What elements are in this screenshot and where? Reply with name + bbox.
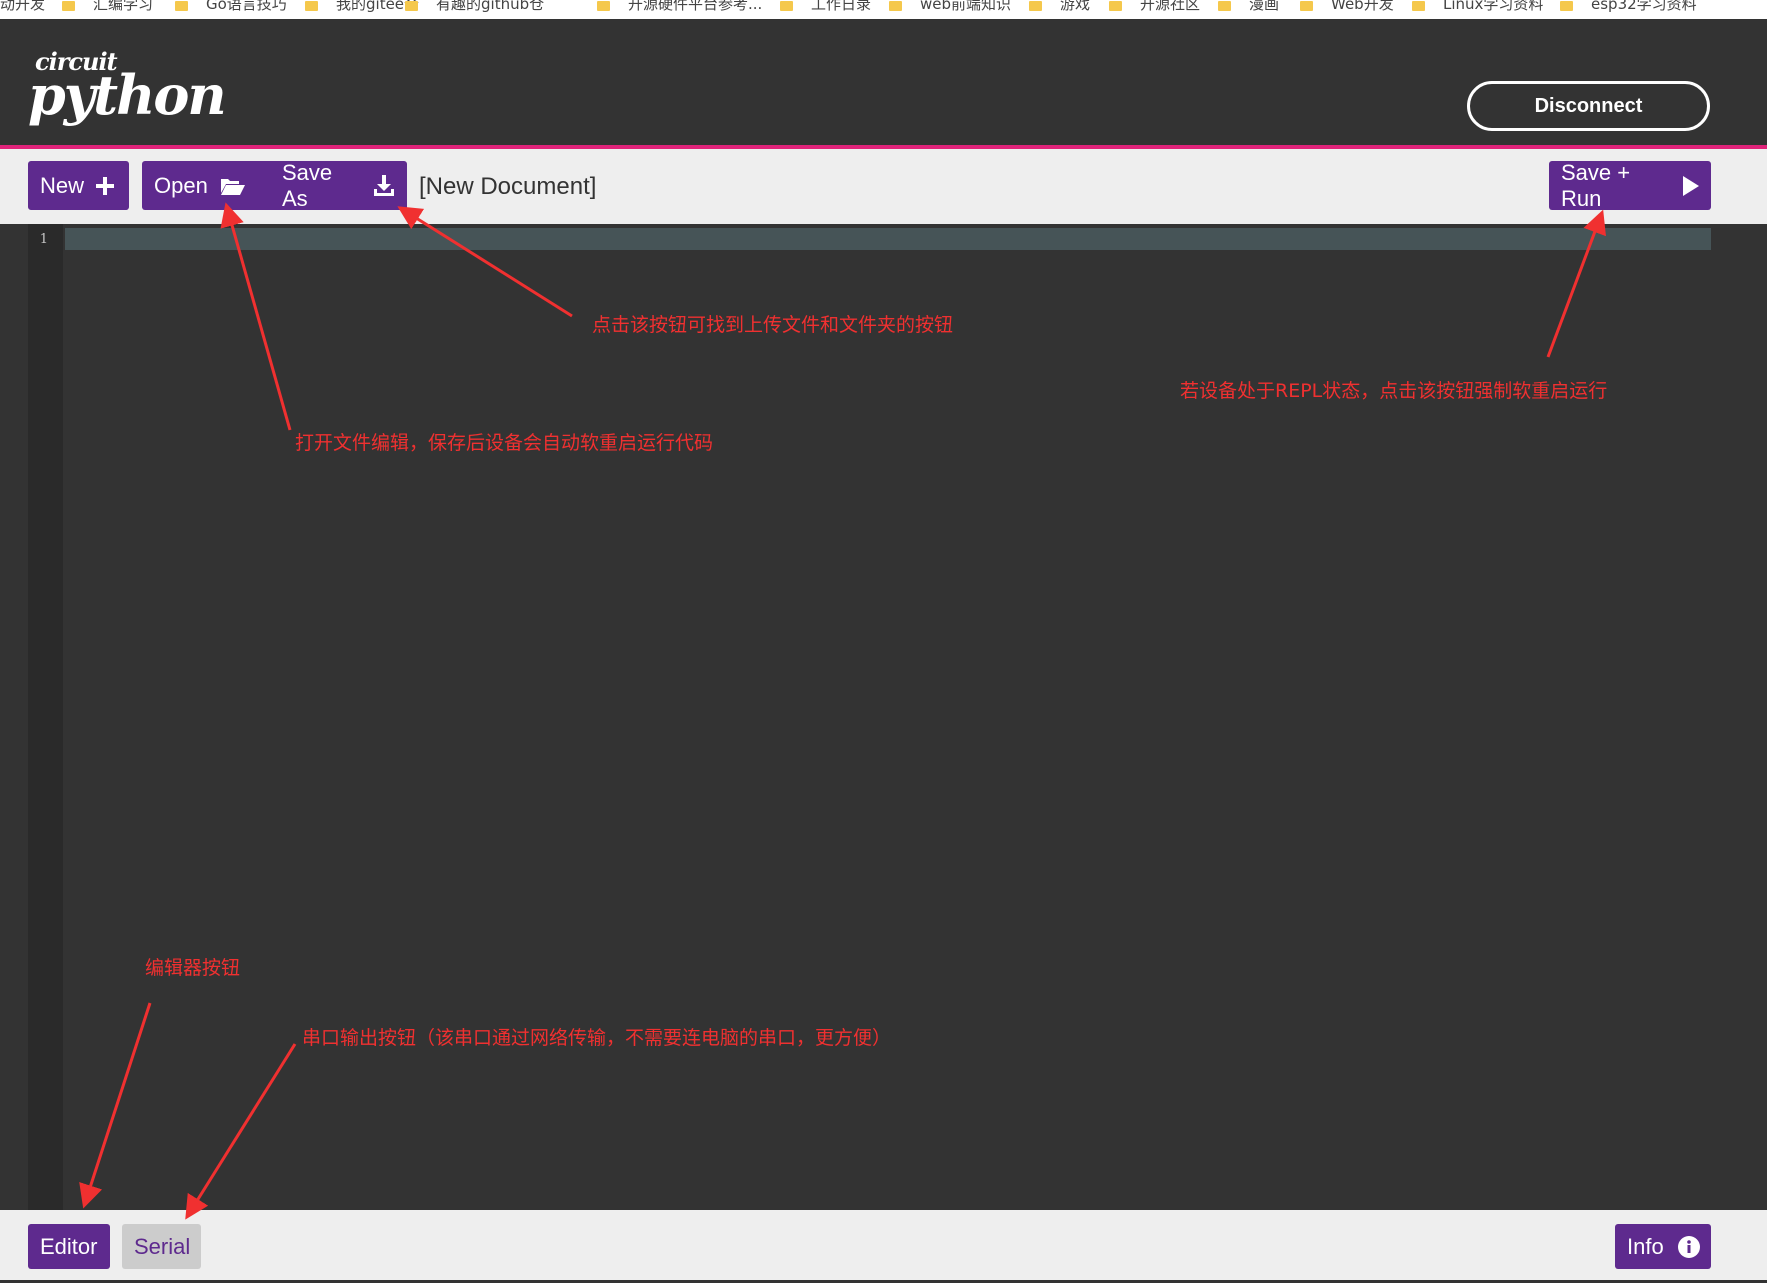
bookmark-item[interactable]: 工作日录 — [780, 0, 871, 13]
bookmark-item[interactable]: 动开发 — [0, 0, 45, 13]
new-button[interactable]: New — [28, 161, 129, 210]
annotation-editor: 编辑器按钮 — [145, 957, 241, 979]
disconnect-button[interactable]: Disconnect — [1467, 81, 1710, 131]
line-number: 1 — [39, 232, 48, 247]
folder-icon — [175, 1, 188, 11]
new-button-label: New — [40, 172, 85, 198]
bookmark-label: web前端知识 — [920, 0, 1012, 13]
folder-icon — [1109, 1, 1122, 11]
bookmark-item[interactable]: Go语言技巧 — [175, 0, 287, 13]
info-icon — [1677, 1235, 1700, 1258]
code-editor[interactable]: 1 — [28, 224, 1711, 1210]
bookmark-label: 游戏 — [1060, 0, 1091, 13]
bookmark-item[interactable]: 有趣的github仓 — [405, 0, 544, 13]
bookmark-item[interactable]: 我的gitee仓 — [305, 0, 419, 13]
bookmark-label: 漫画 — [1249, 0, 1280, 13]
bookmark-label: 动开发 — [0, 0, 46, 13]
folder-icon — [305, 1, 318, 11]
folder-icon — [1560, 1, 1573, 11]
bookmark-item[interactable]: 汇编学习 — [62, 0, 153, 13]
save-as-button-label: Save As — [282, 159, 333, 211]
bookmark-label: esp32学习资料 — [1591, 0, 1697, 13]
folder-icon — [780, 1, 793, 11]
save-run-button[interactable]: Save + Run — [1549, 159, 1711, 211]
folder-icon — [62, 1, 75, 11]
active-line-highlight[interactable] — [65, 228, 1711, 250]
bookmarks-bar: 动开发 汇编学习 Go语言技巧 我的gitee仓 有趣的github仓 开源硬件… — [0, 0, 1767, 19]
serial-tab-button[interactable]: Serial — [122, 1224, 201, 1269]
annotation-save-as: 点击该按钮可找到上传文件和文件夹的按钮 — [592, 314, 954, 336]
bookmark-label: 工作日录 — [811, 0, 872, 13]
folder-icon — [597, 1, 610, 11]
play-icon — [1683, 175, 1699, 196]
annotation-save-run: 若设备处于REPL状态，点击该按钮强制软重启运行 — [1180, 380, 1608, 402]
annotation-open: 打开文件编辑，保存后设备会自动软重启运行代码 — [295, 432, 714, 454]
bookmark-item[interactable]: 开源社区 — [1109, 0, 1200, 13]
bookmark-label: Web开发 — [1331, 0, 1394, 13]
plus-icon — [96, 176, 115, 195]
folder-icon — [889, 1, 902, 11]
bookmark-label: Go语言技巧 — [206, 0, 287, 13]
bookmark-label: 开源社区 — [1140, 0, 1201, 13]
open-button-label: Open — [154, 172, 208, 198]
bookmark-item[interactable]: 漫画 — [1218, 0, 1279, 13]
logo-python-text: python — [28, 63, 227, 127]
annotation-serial: 串口输出按钮（该串口通过网络传输，不需要连电脑的串口，更方便） — [302, 1027, 892, 1049]
bookmark-label: 有趣的github仓 — [436, 0, 545, 13]
bookmark-item[interactable]: 游戏 — [1029, 0, 1090, 13]
save-run-button-label: Save + Run — [1561, 159, 1631, 211]
info-button[interactable]: Info — [1615, 1224, 1711, 1269]
download-icon — [373, 174, 395, 197]
folder-icon — [1412, 1, 1425, 11]
folder-open-icon — [220, 176, 246, 196]
bookmark-item[interactable]: Linux学习资料 — [1412, 0, 1543, 13]
bookmark-label: Linux学习资料 — [1443, 0, 1544, 13]
editor-toolbar: New Open Save As [New Document] Save + R… — [0, 149, 1767, 224]
bookmark-item[interactable]: esp32学习资料 — [1560, 0, 1697, 13]
save-as-button[interactable]: Save As — [270, 159, 407, 211]
editor-tab-button[interactable]: Editor — [28, 1224, 110, 1269]
folder-icon — [405, 1, 418, 11]
bookmark-item[interactable]: 开源硬件平台参考... — [597, 0, 762, 13]
folder-icon — [1300, 1, 1313, 11]
folder-icon — [1029, 1, 1042, 11]
open-button[interactable]: Open — [142, 161, 290, 210]
bookmark-item[interactable]: Web开发 — [1300, 0, 1394, 13]
app-header: circuit python Disconnect — [0, 19, 1767, 145]
info-button-label: Info — [1627, 1233, 1664, 1259]
circuitpython-logo: circuit python — [28, 45, 227, 140]
bookmark-item[interactable]: web前端知识 — [889, 0, 1011, 13]
document-title: [New Document] — [419, 173, 597, 200]
bottom-bar: Editor Serial Info — [0, 1210, 1767, 1283]
bookmark-label: 开源硬件平台参考... — [628, 0, 763, 13]
line-number-gutter: 1 — [28, 224, 63, 1210]
folder-icon — [1218, 1, 1231, 11]
bookmark-label: 汇编学习 — [93, 0, 154, 13]
